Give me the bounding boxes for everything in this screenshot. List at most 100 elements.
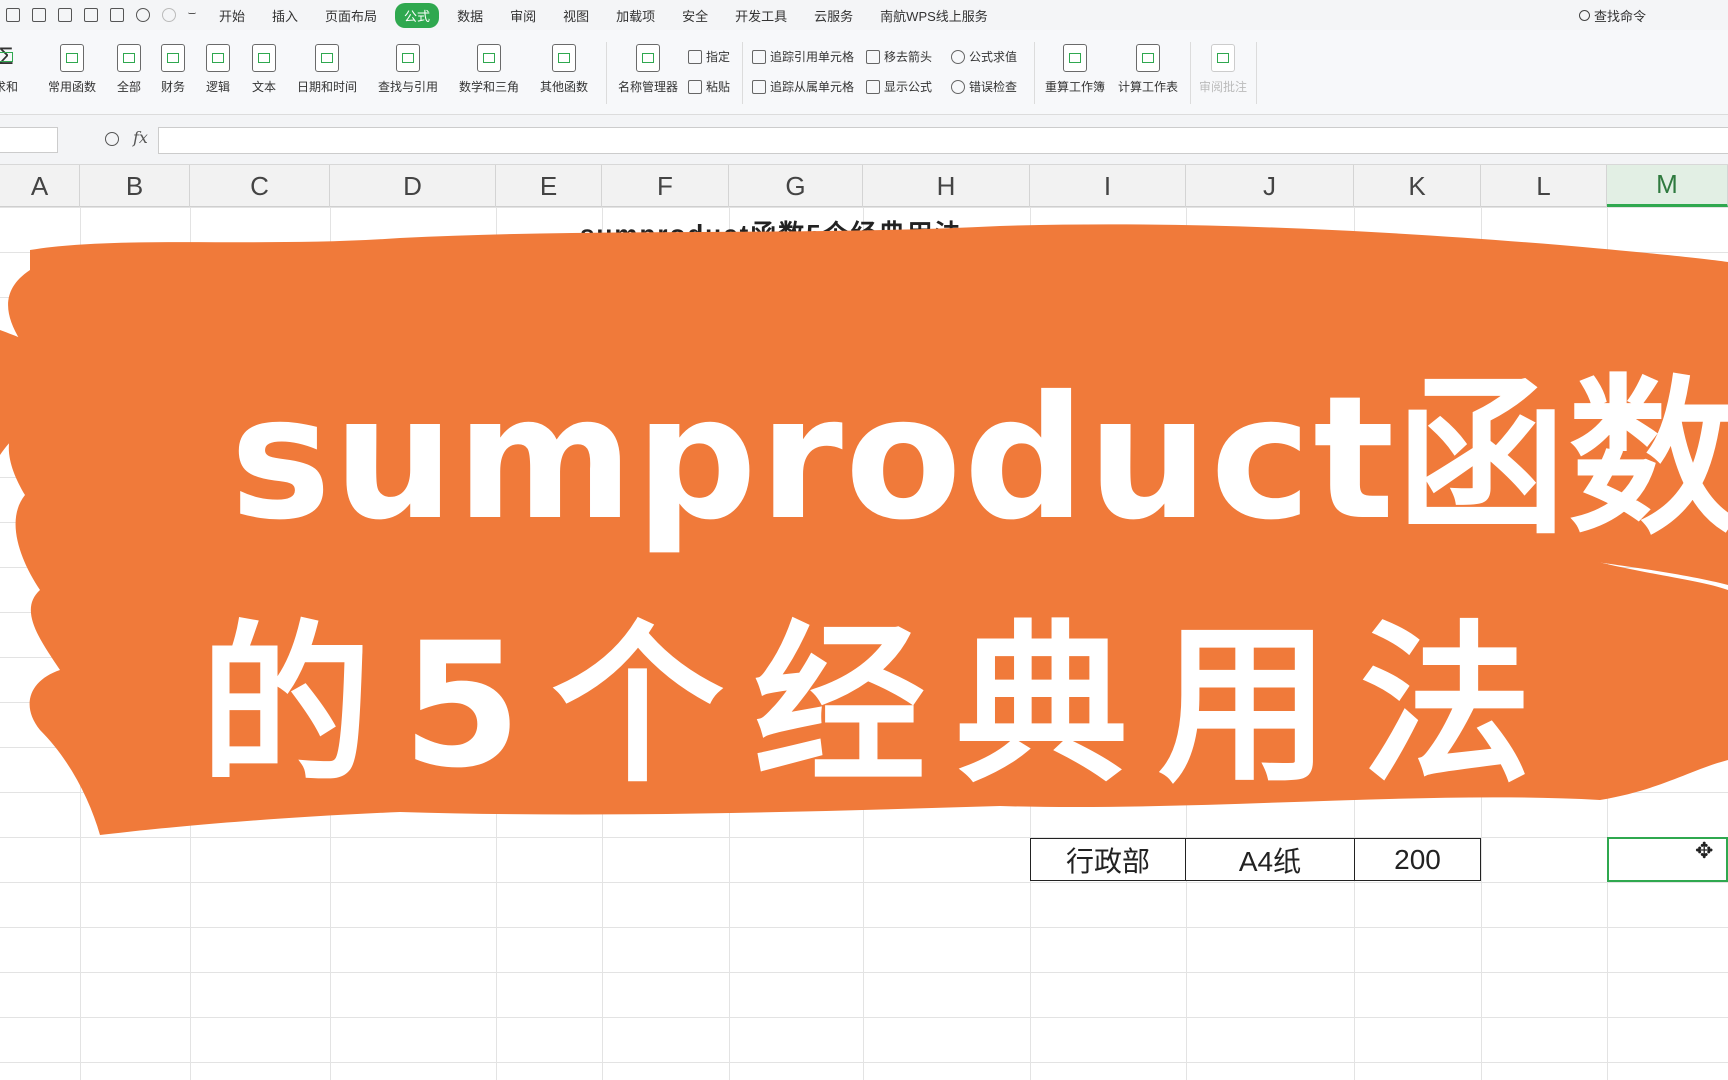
cell-grid[interactable] <box>0 207 1728 1080</box>
column-header-i[interactable]: I <box>1030 165 1186 207</box>
show-formulas-label: 显示公式 <box>884 80 933 94</box>
function-icon <box>117 44 141 72</box>
open-icon[interactable] <box>6 8 20 22</box>
cell-dept[interactable]: 行政部 <box>1030 838 1186 881</box>
paste-icon <box>688 79 702 94</box>
remove-arrows-button[interactable]: 移去箭头 <box>866 48 932 65</box>
print-icon[interactable] <box>84 8 98 22</box>
cell-qty[interactable]: 200 <box>1354 838 1481 881</box>
trace-dependents-button[interactable]: 追踪从属单元格 <box>752 78 854 95</box>
logic-button[interactable]: 逻辑 <box>206 44 230 95</box>
ribbon-separator <box>1256 42 1257 104</box>
fx-icon[interactable]: fx <box>133 128 148 147</box>
tab-addins[interactable]: 加载项 <box>607 3 664 28</box>
function-icon <box>552 44 576 72</box>
cell-cursor-icon: ✥ <box>1695 838 1714 863</box>
tab-review[interactable]: 审阅 <box>501 3 545 28</box>
grid-line <box>729 207 730 1080</box>
redo-icon[interactable] <box>162 8 176 22</box>
column-header-d[interactable]: D <box>330 165 496 207</box>
calc-sheet-button[interactable]: 计算工作表 <box>1118 44 1178 95</box>
grid-line <box>1481 207 1482 1080</box>
formula-bar: fx <box>0 115 1728 165</box>
all-functions-label: 全部 <box>117 80 142 94</box>
datetime-button[interactable]: 日期和时间 <box>297 44 357 95</box>
ribbon-separator <box>1034 42 1035 104</box>
undo-icon[interactable] <box>136 8 150 22</box>
column-header-l[interactable]: L <box>1481 165 1607 207</box>
lookup-icon <box>396 44 420 72</box>
ribbon: Σ 求和 常用函数 全部 财务 逻辑 文本 日期和时间 查找与引用 数学和三角 … <box>0 30 1728 115</box>
math-button[interactable]: 数学和三角 <box>459 44 519 95</box>
recalc-workbook-button[interactable]: 重算工作簿 <box>1045 44 1105 95</box>
paste-label: 粘贴 <box>706 80 731 94</box>
column-header-f[interactable]: F <box>602 165 729 207</box>
logic-icon <box>206 44 230 72</box>
tab-cloud[interactable]: 云服务 <box>805 3 862 28</box>
tab-page-layout[interactable]: 页面布局 <box>316 3 386 28</box>
save-icon[interactable] <box>32 8 46 22</box>
all-functions-button[interactable]: 全部 <box>117 44 141 95</box>
menu-bar: 开始 插入 页面布局 公式 数据 审阅 视图 加载项 安全 开发工具 云服务 南… <box>0 0 1728 30</box>
tab-home[interactable]: 开始 <box>210 3 254 28</box>
show-formulas-button[interactable]: 显示公式 <box>866 78 932 95</box>
search-command-label: 查找命令 <box>1593 9 1646 24</box>
error-check-button[interactable]: 错误检查 <box>951 78 1017 95</box>
column-header-e[interactable]: E <box>496 165 602 207</box>
column-header-b[interactable]: B <box>80 165 190 207</box>
export-icon[interactable] <box>58 8 72 22</box>
name-manager-button[interactable]: 名称管理器 <box>618 44 678 95</box>
tab-view[interactable]: 视图 <box>554 3 598 28</box>
common-functions-button[interactable]: 常用函数 <box>48 44 96 95</box>
column-header-h[interactable]: H <box>863 165 1030 207</box>
lookup-label: 查找与引用 <box>378 80 439 94</box>
evaluate-label: 公式求值 <box>969 50 1018 64</box>
tab-formulas[interactable]: 公式 <box>395 2 440 28</box>
other-functions-button[interactable]: 其他函数 <box>540 44 588 95</box>
trace-precedents-icon <box>752 49 766 64</box>
finance-label: 财务 <box>161 80 186 94</box>
tab-online-service[interactable]: 南航WPS线上服务 <box>871 3 997 28</box>
logic-label: 逻辑 <box>206 80 231 94</box>
other-functions-label: 其他函数 <box>540 80 589 94</box>
tab-security[interactable]: 安全 <box>673 3 717 28</box>
define-button[interactable]: 指定 <box>688 48 730 65</box>
math-icon <box>477 44 501 72</box>
search-command[interactable]: 查找命令 <box>1578 6 1646 25</box>
clock-icon <box>315 44 339 72</box>
paste-button[interactable]: 粘贴 <box>688 78 730 95</box>
grid-line <box>496 207 497 1080</box>
text-button[interactable]: 文本 <box>252 44 276 95</box>
zoom-icon[interactable] <box>105 132 119 146</box>
formula-input[interactable] <box>158 127 1728 154</box>
column-header-j[interactable]: J <box>1186 165 1354 207</box>
cell-item[interactable]: A4纸 <box>1185 838 1355 881</box>
name-box[interactable] <box>0 127 58 153</box>
common-functions-label: 常用函数 <box>48 80 97 94</box>
customize-icon[interactable] <box>188 8 196 14</box>
print-preview-icon[interactable] <box>110 8 124 22</box>
lookup-button[interactable]: 查找与引用 <box>378 44 438 95</box>
column-header-a[interactable]: A <box>0 165 80 207</box>
sheet-title-cell[interactable]: sumproduct函数5个经典用法 <box>580 214 963 251</box>
column-header-m[interactable]: M <box>1607 165 1728 207</box>
trace-precedents-button[interactable]: 追踪引用单元格 <box>752 48 854 65</box>
finance-button[interactable]: 财务 <box>161 44 185 95</box>
tab-data[interactable]: 数据 <box>448 3 492 28</box>
tab-developer[interactable]: 开发工具 <box>726 3 796 28</box>
datetime-label: 日期和时间 <box>297 80 358 94</box>
autosum-label: 求和 <box>0 80 19 94</box>
text-label: 文本 <box>252 80 277 94</box>
quick-access-toolbar <box>0 8 210 22</box>
calc-sheet-icon <box>1136 44 1160 72</box>
evaluate-formula-button[interactable]: 公式求值 <box>951 48 1017 65</box>
grid-line <box>1030 207 1031 1080</box>
document-icon <box>1211 44 1235 72</box>
column-header-g[interactable]: G <box>729 165 863 207</box>
trace-dependents-label: 追踪从属单元格 <box>770 80 855 94</box>
column-header-k[interactable]: K <box>1354 165 1481 207</box>
column-header-c[interactable]: C <box>190 165 330 207</box>
grid-line <box>1354 207 1355 1080</box>
tab-insert[interactable]: 插入 <box>263 3 307 28</box>
autosum-button[interactable]: Σ 求和 <box>0 44 18 95</box>
